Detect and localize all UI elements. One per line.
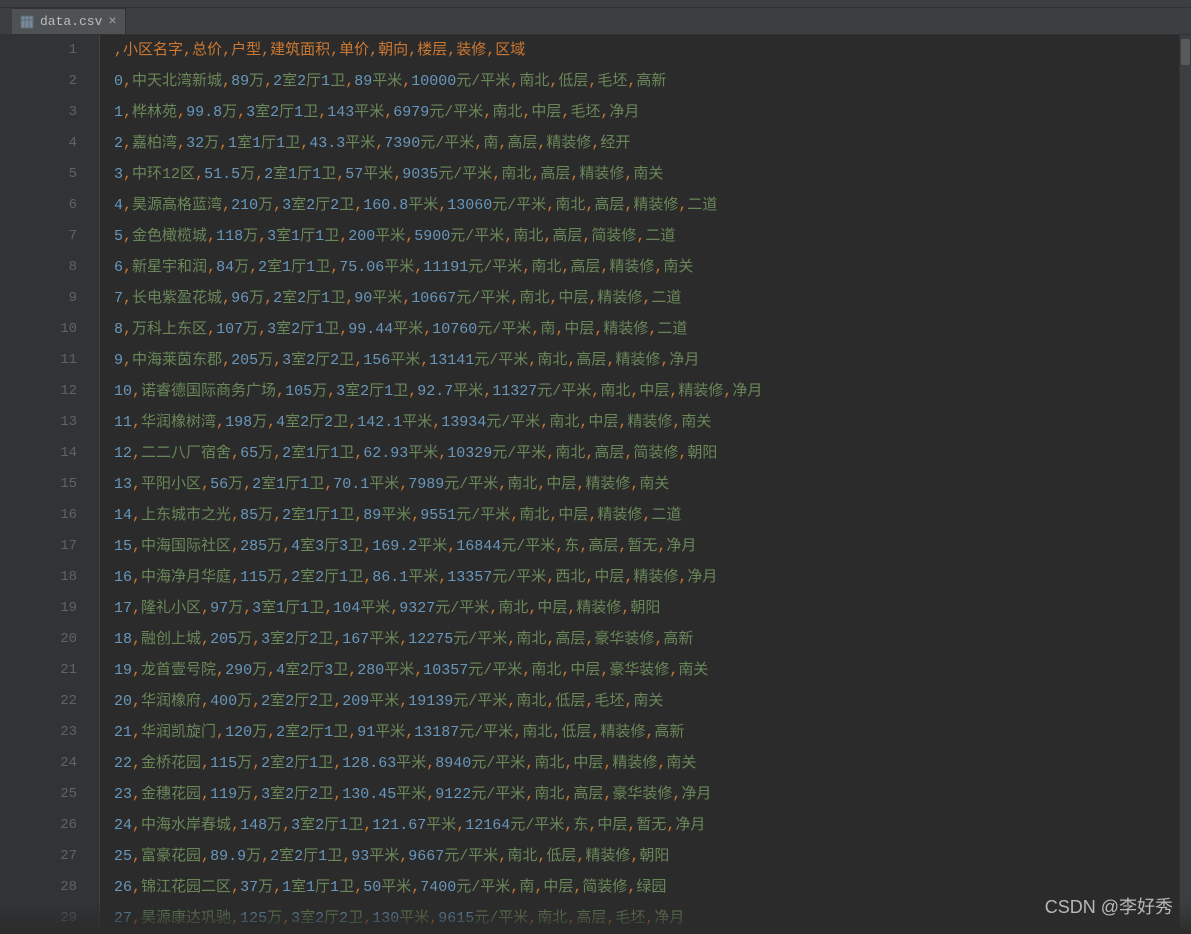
line-number: 5	[0, 159, 99, 190]
vertical-scrollbar[interactable]	[1179, 35, 1191, 931]
csv-data-row: 8,万科上东区,107万,3室2厅1卫,99.44平米,10760元/平米,南,…	[114, 314, 1191, 345]
line-number: 1	[0, 35, 99, 66]
csv-data-row: 9,中海莱茵东郡,205万,3室2厅2卫,156平米,13141元/平米,南北,…	[114, 345, 1191, 376]
line-number: 14	[0, 438, 99, 469]
csv-data-row: 27,昊源康达巩驰,125万,3室2厅2卫,130平米,9615元/平米,南北,…	[114, 903, 1191, 934]
code-content[interactable]: ,小区名字,总价,户型,建筑面积,单价,朝向,楼层,装修,区域0,中天北湾新城,…	[100, 35, 1191, 931]
csv-data-row: 24,中海水岸春城,148万,3室2厅1卫,121.67平米,12164元/平米…	[114, 810, 1191, 841]
line-number: 13	[0, 407, 99, 438]
line-number: 12	[0, 376, 99, 407]
line-number: 3	[0, 97, 99, 128]
line-number: 20	[0, 624, 99, 655]
csv-data-row: 18,融创上城,205万,3室2厅2卫,167平米,12275元/平米,南北,高…	[114, 624, 1191, 655]
line-number: 27	[0, 841, 99, 872]
line-number: 2	[0, 66, 99, 97]
csv-data-row: 10,诺睿德国际商务广场,105万,3室2厅1卫,92.7平米,11327元/平…	[114, 376, 1191, 407]
line-number: 25	[0, 779, 99, 810]
csv-data-row: 1,桦林苑,99.8万,3室2厅1卫,143平米,6979元/平米,南北,中层,…	[114, 97, 1191, 128]
csv-data-row: 4,昊源高格蓝湾,210万,3室2厅2卫,160.8平米,13060元/平米,南…	[114, 190, 1191, 221]
csv-data-row: 16,中海净月华庭,115万,2室2厅1卫,86.1平米,13357元/平米,西…	[114, 562, 1191, 593]
csv-data-row: 2,嘉柏湾,32万,1室1厅1卫,43.3平米,7390元/平米,南,高层,精装…	[114, 128, 1191, 159]
csv-data-row: 7,长电紫盈花城,96万,2室2厅1卫,90平米,10667元/平米,南北,中层…	[114, 283, 1191, 314]
line-number: 29	[0, 903, 99, 934]
close-icon[interactable]: ×	[108, 14, 116, 30]
line-number: 17	[0, 531, 99, 562]
window-topbar	[0, 0, 1191, 8]
csv-data-row: 11,华润橡树湾,198万,4室2厅2卫,142.1平米,13934元/平米,南…	[114, 407, 1191, 438]
csv-data-row: 15,中海国际社区,285万,4室3厅3卫,169.2平米,16844元/平米,…	[114, 531, 1191, 562]
csv-data-row: 20,华润橡府,400万,2室2厅2卫,209平米,19139元/平米,南北,低…	[114, 686, 1191, 717]
editor-area[interactable]: 1234567891011121314151617181920212223242…	[0, 35, 1191, 931]
csv-data-row: 6,新星宇和润,84万,2室1厅1卫,75.06平米,11191元/平米,南北,…	[114, 252, 1191, 283]
line-number: 23	[0, 717, 99, 748]
line-number: 11	[0, 345, 99, 376]
csv-icon	[20, 15, 34, 29]
line-number: 26	[0, 810, 99, 841]
line-number: 15	[0, 469, 99, 500]
line-number: 22	[0, 686, 99, 717]
line-number-gutter: 1234567891011121314151617181920212223242…	[0, 35, 100, 931]
line-number: 21	[0, 655, 99, 686]
line-number: 10	[0, 314, 99, 345]
line-number: 16	[0, 500, 99, 531]
file-tab-data-csv[interactable]: data.csv ×	[12, 8, 126, 34]
line-number: 8	[0, 252, 99, 283]
line-number: 24	[0, 748, 99, 779]
csv-data-row: 5,金色橄榄城,118万,3室1厅1卫,200平米,5900元/平米,南北,高层…	[114, 221, 1191, 252]
editor-tabbar: data.csv ×	[0, 8, 1191, 35]
csv-data-row: 21,华润凯旋门,120万,2室2厅1卫,91平米,13187元/平米,南北,低…	[114, 717, 1191, 748]
line-number: 6	[0, 190, 99, 221]
csv-data-row: 14,上东城市之光,85万,2室1厅1卫,89平米,9551元/平米,南北,中层…	[114, 500, 1191, 531]
line-number: 19	[0, 593, 99, 624]
line-number: 9	[0, 283, 99, 314]
scroll-thumb[interactable]	[1181, 39, 1190, 65]
csv-data-row: 13,平阳小区,56万,2室1厅1卫,70.1平米,7989元/平米,南北,中层…	[114, 469, 1191, 500]
csv-header-row: ,小区名字,总价,户型,建筑面积,单价,朝向,楼层,装修,区域	[114, 35, 1191, 66]
csv-data-row: 0,中天北湾新城,89万,2室2厅1卫,89平米,10000元/平米,南北,低层…	[114, 66, 1191, 97]
line-number: 28	[0, 872, 99, 903]
line-number: 18	[0, 562, 99, 593]
file-tab-label: data.csv	[40, 14, 102, 29]
line-number: 7	[0, 221, 99, 252]
csv-data-row: 22,金桥花园,115万,2室2厅1卫,128.63平米,8940元/平米,南北…	[114, 748, 1191, 779]
csv-data-row: 17,隆礼小区,97万,3室1厅1卫,104平米,9327元/平米,南北,中层,…	[114, 593, 1191, 624]
line-number: 4	[0, 128, 99, 159]
csv-data-row: 12,二二八厂宿舍,65万,2室1厅1卫,62.93平米,10329元/平米,南…	[114, 438, 1191, 469]
csv-data-row: 23,金穗花园,119万,3室2厅2卫,130.45平米,9122元/平米,南北…	[114, 779, 1191, 810]
csv-data-row: 26,锦江花园二区,37万,1室1厅1卫,50平米,7400元/平米,南,中层,…	[114, 872, 1191, 903]
csv-data-row: 25,富豪花园,89.9万,2室2厅1卫,93平米,9667元/平米,南北,低层…	[114, 841, 1191, 872]
csv-data-row: 3,中环12区,51.5万,2室1厅1卫,57平米,9035元/平米,南北,高层…	[114, 159, 1191, 190]
csv-data-row: 19,龙首壹号院,290万,4室2厅3卫,280平米,10357元/平米,南北,…	[114, 655, 1191, 686]
